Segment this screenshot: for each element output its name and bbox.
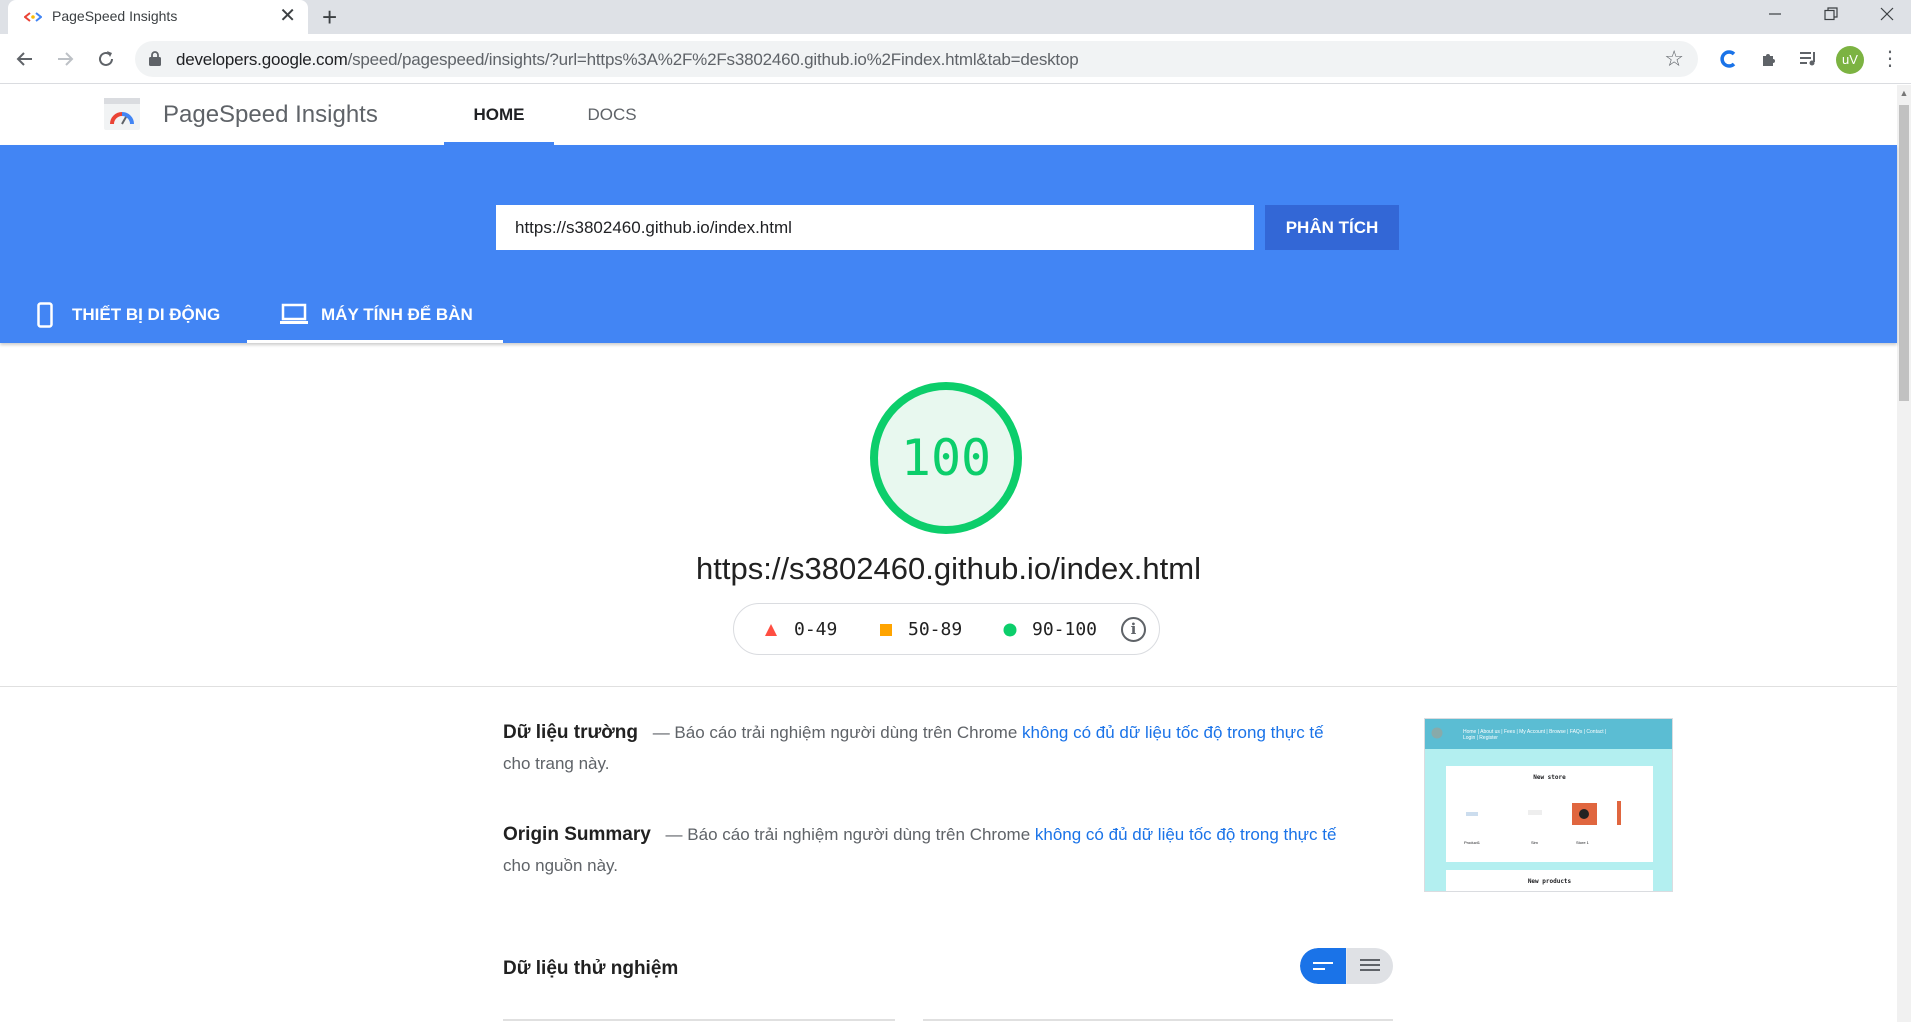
info-icon[interactable]: i bbox=[1121, 617, 1146, 642]
compact-list-icon bbox=[1313, 962, 1333, 970]
browser-tab-title: PageSpeed Insights bbox=[52, 8, 178, 24]
new-tab-button[interactable]: + bbox=[322, 2, 337, 32]
lock-icon bbox=[149, 51, 161, 66]
minimize-icon[interactable] bbox=[1747, 0, 1803, 32]
url-host: developers.google.com bbox=[176, 50, 348, 69]
thumbnail-section-title: New products bbox=[1527, 878, 1572, 885]
view-toggle bbox=[1300, 948, 1393, 984]
thumbnail-product-label: Sim bbox=[1531, 840, 1538, 845]
psi-title[interactable]: PageSpeed Insights bbox=[163, 101, 378, 129]
url-path: /speed/pagespeed/insights/?url=https%3A%… bbox=[347, 50, 1079, 69]
legend-poor: 0-49 bbox=[794, 619, 838, 640]
legend-average: 50-89 bbox=[908, 619, 963, 640]
address-bar[interactable]: developers.google.com/speed/pagespeed/in… bbox=[135, 41, 1698, 77]
metric-divider bbox=[923, 1019, 1393, 1021]
mobile-phone-icon bbox=[37, 302, 53, 328]
origin-summary-text: — Báo cáo trải nghiệm người dùng trên Ch… bbox=[660, 825, 1035, 844]
section-divider bbox=[0, 686, 1897, 687]
poor-triangle-icon bbox=[765, 624, 777, 636]
pagespeed-favicon-icon bbox=[24, 12, 42, 22]
thumbnail-store-card: New store Product1 Sim Store 1 bbox=[1446, 766, 1653, 862]
browser-tab[interactable]: PageSpeed Insights ✕ bbox=[8, 0, 308, 34]
bookmark-star-icon[interactable]: ☆ bbox=[1664, 46, 1684, 72]
score-legend: 0-49 50-89 90-100 i bbox=[733, 603, 1160, 655]
thumbnail-product-image bbox=[1617, 801, 1621, 825]
address-url: developers.google.com/speed/pagespeed/in… bbox=[176, 50, 1079, 70]
url-input[interactable] bbox=[496, 205, 1254, 250]
field-data-text-after: cho trang này. bbox=[503, 754, 610, 773]
tested-url: https://s3802460.github.io/index.html bbox=[696, 551, 1201, 586]
nav-docs-tab[interactable]: DOCS bbox=[560, 85, 664, 145]
metric-divider bbox=[503, 1019, 895, 1021]
restore-icon[interactable] bbox=[1803, 0, 1859, 32]
reload-icon[interactable] bbox=[93, 46, 119, 72]
origin-summary-section: Origin Summary — Báo cáo trải nghiệm ngư… bbox=[503, 819, 1338, 881]
back-arrow-icon[interactable] bbox=[12, 46, 38, 72]
profile-avatar[interactable]: uV bbox=[1836, 46, 1864, 74]
tab-mobile[interactable]: THIẾT BỊ DI ĐỘNG bbox=[0, 288, 246, 343]
thumbnail-product-swatch bbox=[1528, 810, 1542, 815]
tab-desktop-label: MÁY TÍNH ĐỂ BÀN bbox=[321, 305, 473, 324]
page-screenshot-thumbnail: Home | About us | Fees | My Account | Br… bbox=[1424, 718, 1673, 892]
psi-header: PageSpeed Insights HOME DOCS bbox=[0, 85, 1897, 145]
field-data-heading: Dữ liệu trường bbox=[503, 722, 638, 743]
lab-data-heading: Dữ liệu thử nghiệm bbox=[503, 958, 679, 979]
origin-summary-text-after: cho nguồn này. bbox=[503, 856, 618, 875]
thumbnail-section-title: New store bbox=[1533, 774, 1566, 781]
forward-arrow-icon[interactable] bbox=[52, 46, 78, 72]
browser-menu-icon[interactable]: ⋮ bbox=[1880, 46, 1900, 72]
puzzle-extensions-icon[interactable] bbox=[1757, 47, 1781, 71]
tab-close-icon[interactable]: ✕ bbox=[279, 5, 296, 27]
laptop-icon bbox=[280, 303, 308, 324]
analysis-hero: PHÂN TÍCH THIẾT BỊ DI ĐỘNG MÁY TÍNH ĐỂ B… bbox=[0, 145, 1897, 343]
field-data-text: — Báo cáo trải nghiệm người dùng trên Ch… bbox=[647, 723, 1023, 742]
good-circle-icon bbox=[1003, 623, 1017, 637]
thumbnail-nav-links: Home | About us | Fees | My Account | Br… bbox=[1463, 729, 1607, 741]
thumbnail-products-card: New products bbox=[1446, 870, 1653, 891]
thumbnail-product-label: Store 1 bbox=[1576, 840, 1589, 845]
performance-score-value: 100 bbox=[900, 429, 992, 487]
thumbnail-product-label: Product1 bbox=[1464, 840, 1481, 845]
thumbnail-nav-bar: Home | About us | Fees | My Account | Br… bbox=[1425, 719, 1672, 749]
scrollbar-thumb[interactable] bbox=[1899, 105, 1909, 401]
extension-c-icon[interactable] bbox=[1717, 47, 1741, 71]
analyze-button[interactable]: PHÂN TÍCH bbox=[1265, 205, 1399, 250]
browser-toolbar: developers.google.com/speed/pagespeed/in… bbox=[0, 34, 1911, 84]
window-close-icon[interactable] bbox=[1859, 0, 1911, 32]
legend-good: 90-100 bbox=[1032, 619, 1098, 640]
tab-desktop[interactable]: MÁY TÍNH ĐỂ BÀN bbox=[247, 288, 503, 343]
compact-view-button[interactable] bbox=[1300, 948, 1346, 984]
field-data-section: Dữ liệu trường — Báo cáo trải nghiệm ngư… bbox=[503, 717, 1338, 779]
thumbnail-product-swatch bbox=[1466, 812, 1478, 816]
thumbnail-logo-icon bbox=[1431, 727, 1443, 739]
nav-home-tab[interactable]: HOME bbox=[444, 85, 554, 145]
expanded-list-icon bbox=[1360, 959, 1380, 971]
average-square-icon bbox=[880, 624, 892, 636]
field-data-link[interactable]: không có đủ dữ liệu tốc độ trong thực tế bbox=[1022, 723, 1324, 742]
media-queue-icon[interactable] bbox=[1797, 47, 1821, 71]
tab-mobile-label: THIẾT BỊ DI ĐỘNG bbox=[72, 305, 221, 324]
scroll-up-arrow-icon[interactable]: ▲ bbox=[1897, 85, 1911, 101]
pagespeed-logo-icon[interactable] bbox=[104, 98, 140, 130]
thumbnail-product-image bbox=[1572, 803, 1597, 825]
origin-summary-heading: Origin Summary bbox=[503, 824, 651, 845]
browser-tab-strip: PageSpeed Insights ✕ + bbox=[0, 0, 1911, 34]
expanded-view-button[interactable] bbox=[1347, 948, 1393, 984]
origin-summary-link[interactable]: không có đủ dữ liệu tốc độ trong thực tế bbox=[1035, 825, 1337, 844]
